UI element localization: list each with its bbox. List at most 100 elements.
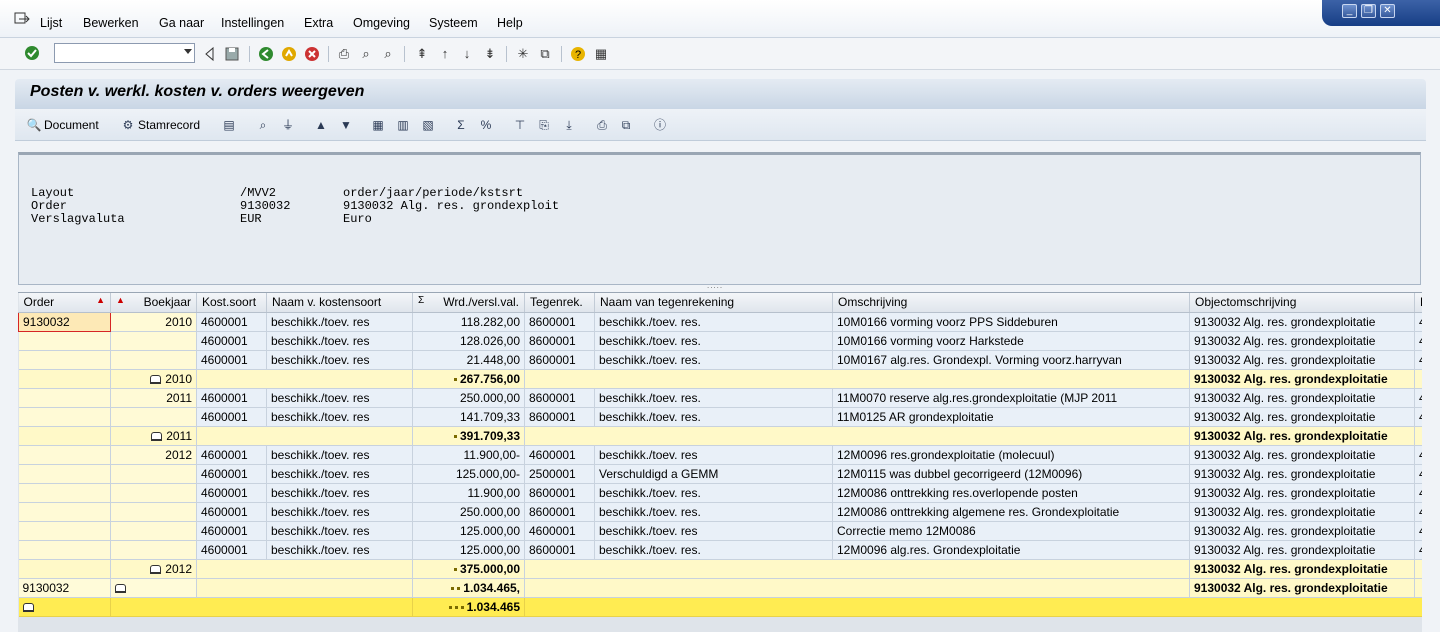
graphic-icon[interactable]: ⧉ bbox=[618, 117, 634, 133]
cell-waarde[interactable]: 1.034.465, bbox=[412, 578, 525, 598]
cell-objectomschrijving[interactable]: 9130032 Alg. res. grondexploitatie bbox=[1189, 312, 1415, 332]
cell-objectomschrijving[interactable]: 9130032 Alg. res. grondexploitatie bbox=[1189, 331, 1415, 351]
cell-naam-kostensoort[interactable]: beschikk./toev. res bbox=[266, 350, 413, 370]
cell-waarde[interactable]: 11.900,00 bbox=[412, 483, 525, 503]
cell-naam-kostensoort[interactable]: beschikk./toev. res bbox=[266, 331, 413, 351]
cell-omschrijving[interactable]: 11M0125 AR grondexploitatie bbox=[832, 407, 1190, 427]
cell-waarde[interactable]: 125.000,00 bbox=[412, 540, 525, 560]
cell-f[interactable]: 4 bbox=[1414, 350, 1422, 370]
cell-f[interactable]: 4 bbox=[1414, 312, 1422, 332]
table-row[interactable]: 4600001 beschikk./toev. res 11.900,00 86000… bbox=[18, 483, 1422, 503]
cell-f[interactable]: 4 bbox=[1414, 540, 1422, 560]
sap-menu-icon[interactable] bbox=[14, 12, 30, 26]
splitter-grip[interactable]: ..... bbox=[707, 281, 723, 290]
cell-f[interactable]: 4 bbox=[1414, 521, 1422, 541]
cell-objectomschrijving[interactable]: 9130032 Alg. res. grondexploitatie bbox=[1189, 464, 1415, 484]
cell-boekjaar[interactable]: 2012 bbox=[110, 445, 197, 465]
table-row[interactable]: 9130032 2010 4600001 beschikk./toev. res 118… bbox=[18, 311, 1422, 332]
change-layout-icon[interactable]: ▧ bbox=[420, 117, 436, 133]
cell-kostsoort[interactable]: 4600001 bbox=[196, 540, 267, 560]
col-boekjaar[interactable]: ▲ Boekjaar bbox=[110, 293, 197, 313]
chevron-down-icon[interactable] bbox=[184, 49, 192, 54]
restore-button[interactable]: ❐ bbox=[1361, 4, 1376, 18]
cell-boekjaar[interactable]: 2011 bbox=[110, 426, 197, 446]
cell-objectomschrijving[interactable]: 9130032 Alg. res. grondexploitatie bbox=[1189, 483, 1415, 503]
cell-order[interactable] bbox=[18, 331, 111, 351]
col-omschrijving[interactable]: Omschrijving bbox=[832, 293, 1190, 313]
cell-omschrijving[interactable]: 12M0096 res.grondexploitatie (molecuul) bbox=[832, 445, 1190, 465]
table-row[interactable]: 2012 4600001 beschikk./toev. res 11.900,00-… bbox=[18, 445, 1422, 465]
cell-kostsoort[interactable]: 4600001 bbox=[196, 407, 267, 427]
cell-f[interactable]: 4 bbox=[1414, 483, 1422, 503]
cell-boekjaar[interactable] bbox=[110, 502, 197, 522]
cell-tegenrek[interactable]: 4600001 bbox=[524, 445, 595, 465]
cancel-icon[interactable] bbox=[304, 46, 320, 62]
subtotal-row[interactable]: 2010 267.756,00 9130032 Alg. res. grondexp… bbox=[18, 369, 1422, 389]
find-next-icon[interactable]: ⌕ bbox=[380, 46, 396, 62]
cell-omschrijving[interactable]: 10M0166 vorming voorz Harkstede bbox=[832, 331, 1190, 351]
cell-naam-tegenrekening[interactable]: beschikk./toev. res. bbox=[594, 350, 833, 370]
menu-omgeving[interactable]: Omgeving bbox=[353, 16, 410, 30]
cell-kostsoort[interactable]: 4600001 bbox=[196, 502, 267, 522]
stamrecord-button[interactable]: Stamrecord bbox=[138, 118, 200, 132]
order-subtotal-row[interactable]: 9130032 1.034.465, 9130032 Alg. res. grond… bbox=[18, 578, 1422, 598]
document-button[interactable]: Document bbox=[44, 118, 99, 132]
filter-icon[interactable]: ⏚ bbox=[280, 117, 296, 133]
cell-naam-tegenrekening[interactable]: beschikk./toev. res. bbox=[594, 407, 833, 427]
back-icon[interactable] bbox=[258, 46, 274, 62]
cell-waarde[interactable]: 1.034.465 bbox=[412, 597, 525, 617]
minimize-button[interactable]: _ bbox=[1342, 4, 1357, 18]
cell-boekjaar[interactable] bbox=[110, 540, 197, 560]
cell-tegenrek[interactable]: 4600001 bbox=[524, 521, 595, 541]
last-page-icon[interactable]: ⇟ bbox=[482, 46, 498, 62]
table-row[interactable]: 4600001 beschikk./toev. res 125.000,00 8600… bbox=[18, 540, 1422, 560]
cell-boekjaar[interactable]: 2011 bbox=[110, 388, 197, 408]
cell-kostsoort[interactable]: 4600001 bbox=[196, 312, 267, 332]
cell-order[interactable] bbox=[18, 407, 111, 427]
cell-tegenrek[interactable]: 2500001 bbox=[524, 464, 595, 484]
insert-columns-icon[interactable]: ▥ bbox=[395, 117, 411, 133]
grand-total-row[interactable]: 1.034.465 bbox=[18, 597, 1422, 617]
menu-extra[interactable]: Extra bbox=[304, 16, 333, 30]
find-icon[interactable]: ⌕ bbox=[255, 117, 271, 133]
cell-kostsoort[interactable]: 4600001 bbox=[196, 388, 267, 408]
save-icon[interactable] bbox=[224, 46, 240, 62]
cell-waarde[interactable]: 128.026,00 bbox=[412, 331, 525, 351]
cell-objectomschrijving[interactable]: 9130032 Alg. res. grondexploitatie bbox=[1189, 445, 1415, 465]
layout-menu-icon[interactable]: ▦ bbox=[593, 46, 609, 62]
cell-objectomschrijving[interactable]: 9130032 Alg. res. grondexploitatie bbox=[1189, 388, 1415, 408]
cell-omschrijving[interactable]: 10M0167 alg.res. Grondexpl. Vorming voor… bbox=[832, 350, 1190, 370]
cell-kostsoort[interactable]: 4600001 bbox=[196, 331, 267, 351]
sum-icon[interactable]: Σ bbox=[453, 117, 469, 133]
cell-kostsoort[interactable]: 4600001 bbox=[196, 350, 267, 370]
sort-descending-icon[interactable]: ▼ bbox=[338, 117, 354, 133]
cell-objectomschrijving[interactable]: 9130032 Alg. res. grondexploitatie bbox=[1189, 502, 1415, 522]
cell-boekjaar[interactable]: 2010 bbox=[110, 312, 197, 332]
cell-waarde[interactable]: 250.000,00 bbox=[412, 502, 525, 522]
cell-waarde[interactable]: 11.900,00- bbox=[412, 445, 525, 465]
cell-kostsoort[interactable]: 4600001 bbox=[196, 521, 267, 541]
cell-order[interactable]: 9130032 bbox=[18, 578, 111, 598]
next-page-icon[interactable]: ↓ bbox=[459, 46, 475, 62]
table-row[interactable]: 2011 4600001 beschikk./toev. res 250.000,00… bbox=[18, 388, 1422, 408]
cell-objectomschrijving[interactable]: 9130032 Alg. res. grondexploitatie bbox=[1189, 540, 1415, 560]
cell-naam-kostensoort[interactable]: beschikk./toev. res bbox=[266, 407, 413, 427]
cell-waarde[interactable]: 118.282,00 bbox=[412, 312, 525, 332]
cell-tegenrek[interactable]: 8600001 bbox=[524, 312, 595, 332]
table-row[interactable]: 4600001 beschikk./toev. res 125.000,00 4600… bbox=[18, 521, 1422, 541]
cell-naam-kostensoort[interactable]: beschikk./toev. res bbox=[266, 388, 413, 408]
cell-boekjaar[interactable] bbox=[110, 521, 197, 541]
cell-naam-kostensoort[interactable]: beschikk./toev. res bbox=[266, 521, 413, 541]
information-icon[interactable]: ⓘ bbox=[652, 117, 668, 133]
cell-boekjaar[interactable] bbox=[110, 407, 197, 427]
cell-order[interactable] bbox=[18, 502, 111, 522]
cell-omschrijving[interactable]: 10M0166 vorming voorz PPS Siddeburen bbox=[832, 312, 1190, 332]
col-naam-tegenrekening[interactable]: Naam van tegenrekening bbox=[594, 293, 833, 313]
table-row[interactable]: 4600001 beschikk./toev. res 250.000,00 8600… bbox=[18, 502, 1422, 522]
cell-tegenrek[interactable]: 8600001 bbox=[524, 407, 595, 427]
subtotal-row[interactable]: 2012 375.000,00 9130032 Alg. res. grondexp… bbox=[18, 559, 1422, 579]
cell-naam-tegenrekening[interactable]: beschikk./toev. res. bbox=[594, 331, 833, 351]
menu-bewerken[interactable]: Bewerken bbox=[83, 16, 139, 30]
col-waarde[interactable]: Σ Wrd./versl.val. bbox=[412, 293, 525, 313]
cell-tegenrek[interactable]: 8600001 bbox=[524, 483, 595, 503]
